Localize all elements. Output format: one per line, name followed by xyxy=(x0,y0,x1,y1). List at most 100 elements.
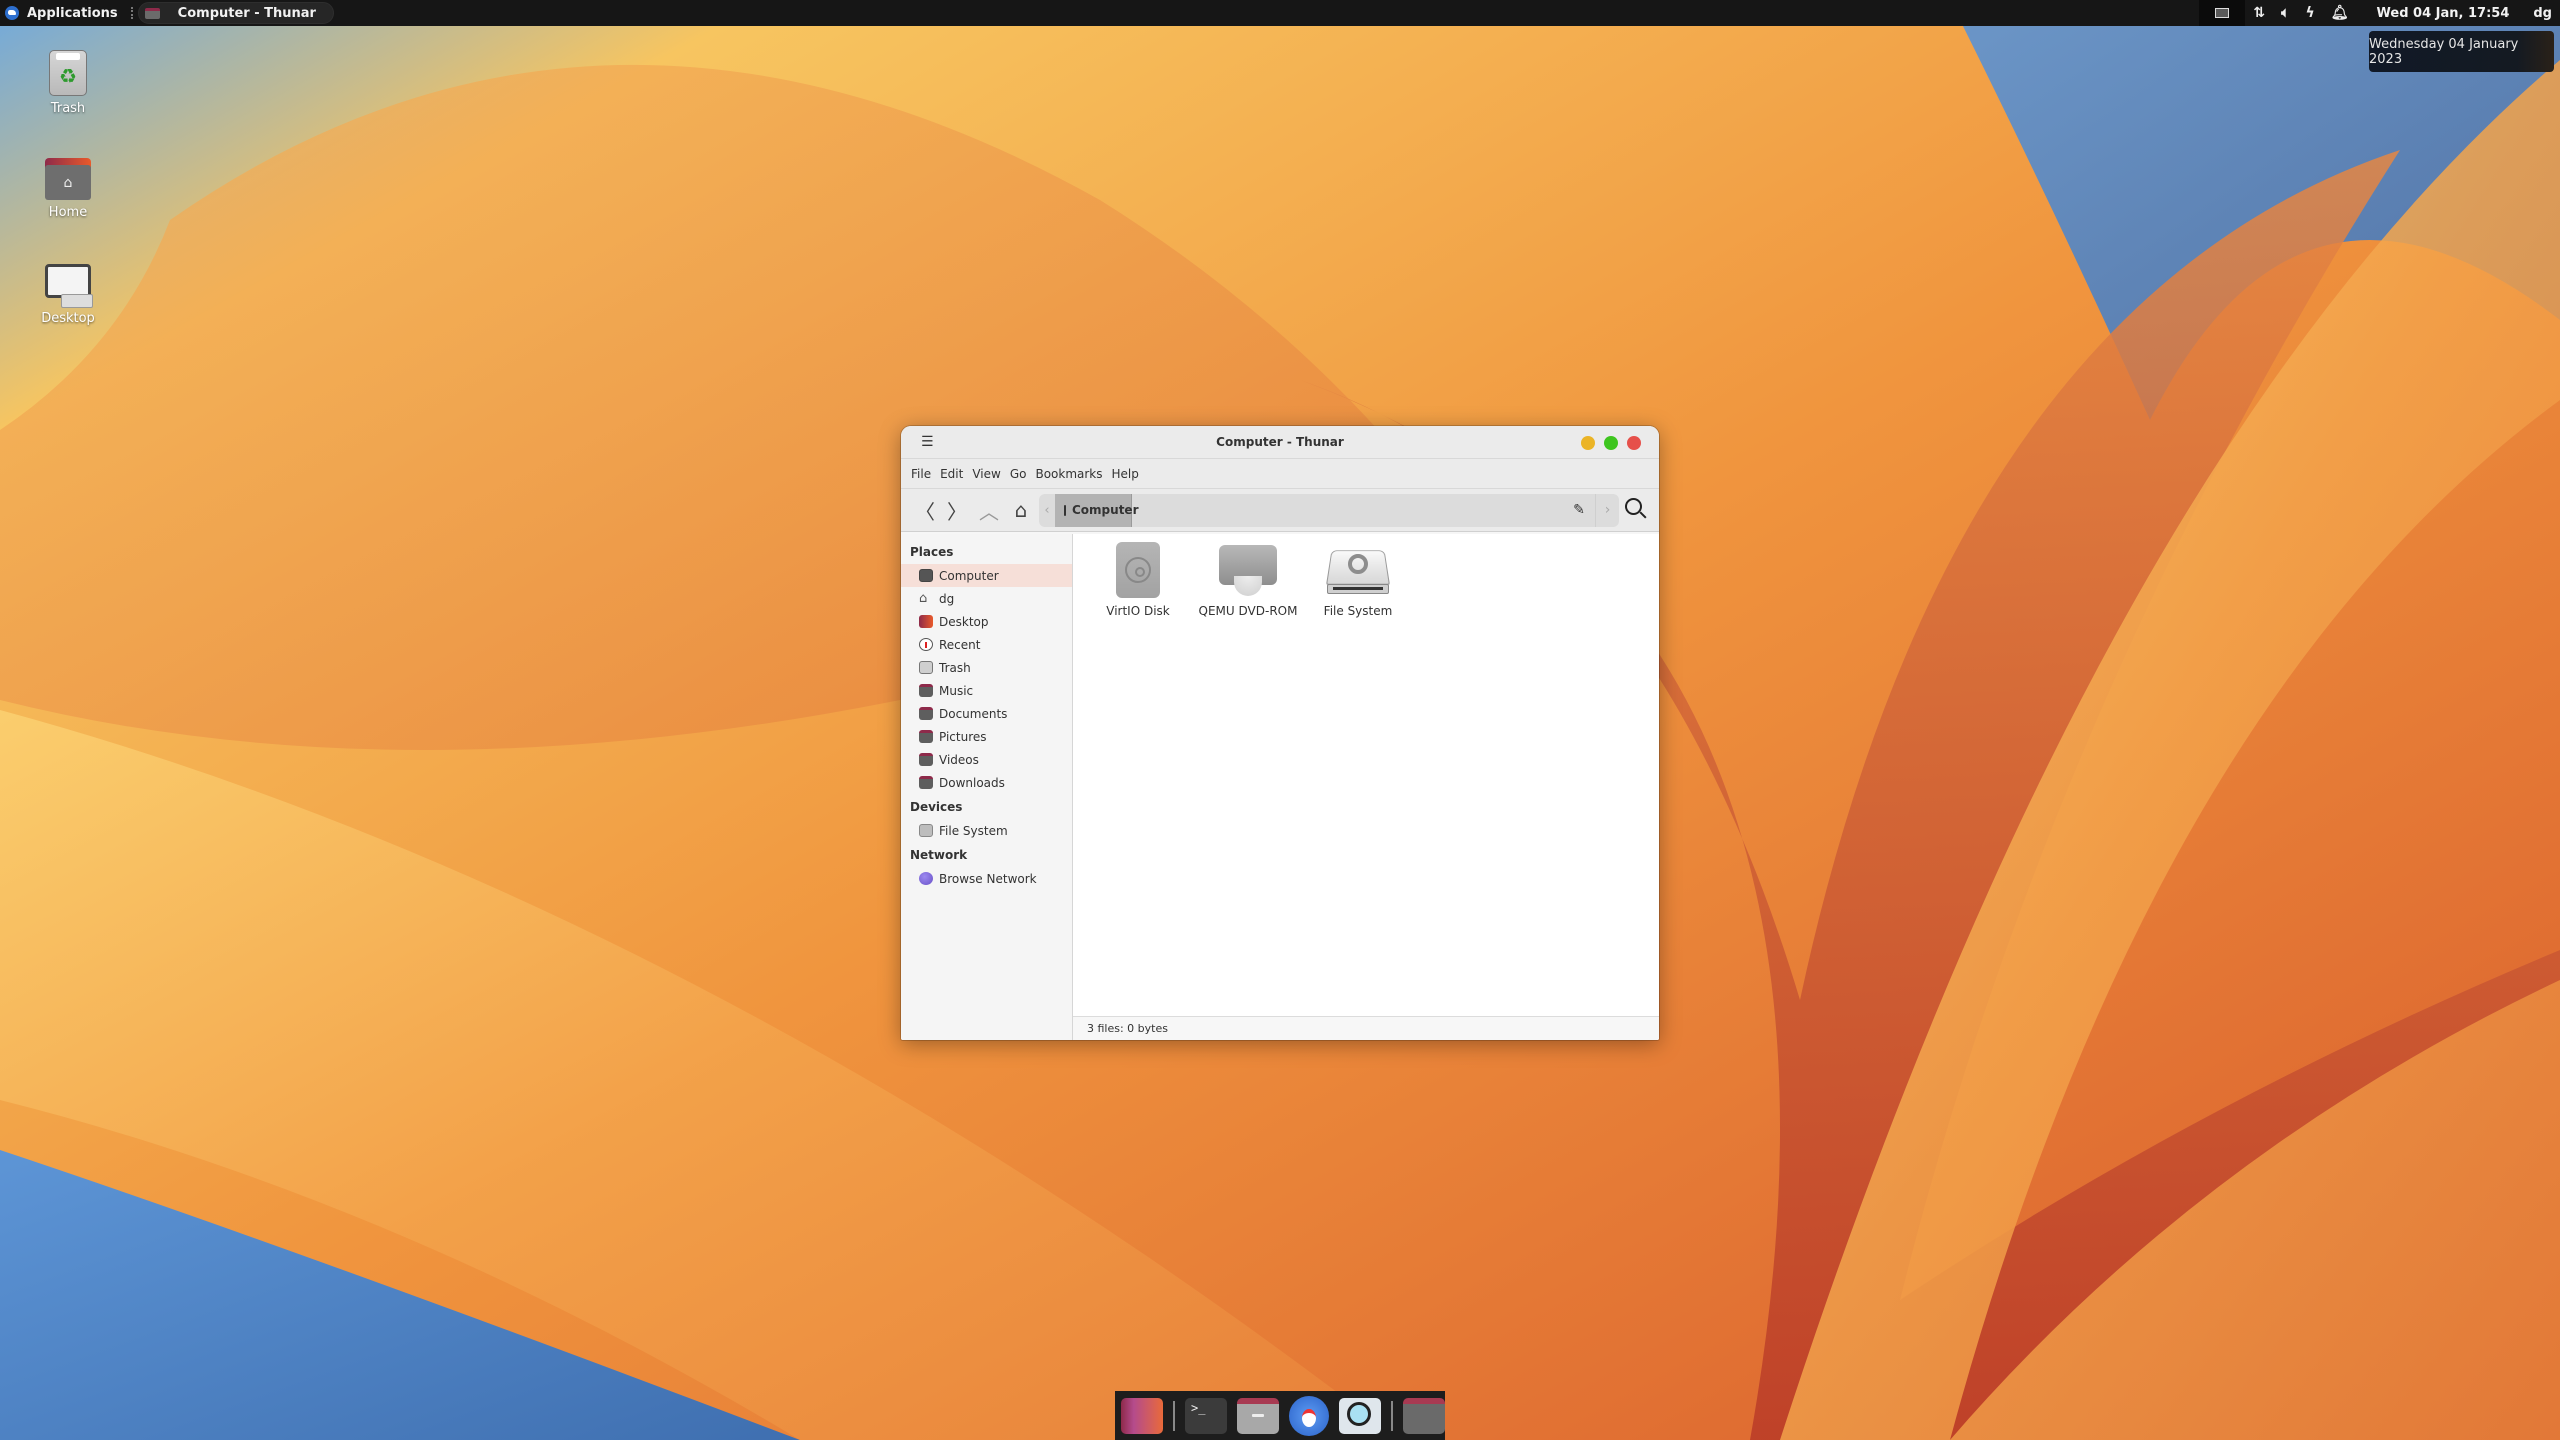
user-menu[interactable]: dg xyxy=(2527,6,2560,21)
sidebar-item-label: Videos xyxy=(939,752,979,767)
computer-icon xyxy=(1064,504,1066,516)
sidebar-item-label: Recent xyxy=(939,637,981,652)
sidebar-item-documents[interactable]: Documents xyxy=(901,702,1072,725)
file-item-virtio-disk[interactable]: VirtIO Disk xyxy=(1083,542,1193,618)
menu-go[interactable]: Go xyxy=(1010,467,1027,481)
power-icon[interactable]: ϟ xyxy=(2297,5,2322,21)
file-item-qemu-dvd-rom[interactable]: QEMU DVD-ROM xyxy=(1193,542,1303,618)
sidebar-item-file-system[interactable]: File System xyxy=(901,819,1072,842)
status-text: 3 files: 0 bytes xyxy=(1087,1022,1168,1035)
menu-bookmarks[interactable]: Bookmarks xyxy=(1035,467,1102,481)
search-button[interactable] xyxy=(1625,498,1649,522)
network-icon[interactable]: ⇅ xyxy=(2245,5,2273,21)
computer-icon xyxy=(919,569,933,582)
sidebar-item-label: dg xyxy=(939,591,955,606)
panel-tray: ⇅ 🔈︎ ϟ 🔔︎ Wed 04 Jan, 17:54 dg xyxy=(2199,0,2560,26)
notification-bell-icon[interactable]: 🔔︎ xyxy=(2323,5,2357,21)
network-globe-icon xyxy=(919,872,933,885)
sidebar-item-downloads[interactable]: Downloads xyxy=(901,771,1072,794)
sidebar-section-places: Places xyxy=(910,545,954,559)
app-finder-icon[interactable] xyxy=(1339,1397,1381,1434)
trash-icon: ♻ xyxy=(49,50,87,96)
applications-label: Applications xyxy=(27,5,118,21)
home-icon: ⌂ xyxy=(919,591,928,606)
path-scroll-left-button[interactable]: ‹ xyxy=(1039,503,1055,518)
sidebar-item-desktop[interactable]: Desktop xyxy=(901,610,1072,633)
workspace-switcher[interactable] xyxy=(2199,0,2246,26)
filesystem-drive-icon xyxy=(1326,542,1390,598)
file-name: VirtIO Disk xyxy=(1106,604,1170,618)
sidebar-item-label: Music xyxy=(939,683,974,698)
home-button[interactable]: ⌂ xyxy=(1005,495,1037,525)
sidebar-item-pictures[interactable]: Pictures xyxy=(901,725,1072,748)
sidebar: Places Computer ⌂ dg Desktop Recent Trash… xyxy=(901,534,1073,1040)
sidebar-item-label: Documents xyxy=(939,706,1008,721)
downloads-folder-icon xyxy=(919,776,933,789)
desktop-icon-label: Desktop xyxy=(41,311,95,326)
menu-edit[interactable]: Edit xyxy=(940,467,963,481)
sidebar-item-videos[interactable]: Videos xyxy=(901,748,1072,771)
window-menu-icon[interactable]: ☰ xyxy=(921,435,934,449)
path-scroll-right-button[interactable]: › xyxy=(1595,493,1619,527)
volume-icon[interactable]: 🔈︎ xyxy=(2273,5,2297,21)
pictures-folder-icon xyxy=(919,730,933,743)
hard-disk-icon xyxy=(1116,542,1160,598)
documents-folder-icon xyxy=(919,707,933,720)
menu-view[interactable]: View xyxy=(972,467,1000,481)
maximize-button[interactable] xyxy=(1604,436,1618,450)
file-name: QEMU DVD-ROM xyxy=(1198,604,1298,618)
file-item-file-system[interactable]: File System xyxy=(1303,542,1413,618)
music-folder-icon xyxy=(919,684,933,697)
desktop-icon-trash[interactable]: ♻ Trash xyxy=(28,50,108,116)
menu-help[interactable]: Help xyxy=(1112,467,1139,481)
optical-drive-icon xyxy=(1219,542,1277,598)
panel-clock[interactable]: Wed 04 Jan, 17:54 xyxy=(2357,6,2528,21)
sidebar-item-label: Computer xyxy=(939,568,999,583)
home-folder-icon: ⌂ xyxy=(45,158,91,200)
desktop-icon-home[interactable]: ⌂ Home xyxy=(28,158,108,220)
file-manager-icon[interactable] xyxy=(1237,1397,1279,1434)
window-title: Computer - Thunar xyxy=(1216,435,1344,449)
terminal-icon[interactable]: >_ xyxy=(1185,1397,1227,1434)
applications-menu-button[interactable]: Applications xyxy=(0,0,126,26)
minimize-button[interactable] xyxy=(1581,436,1595,450)
close-button[interactable] xyxy=(1627,436,1641,450)
sidebar-item-label: Browse Network xyxy=(939,871,1037,886)
workspace-switcher-icon xyxy=(2215,8,2230,18)
sidebar-item-label: Trash xyxy=(939,660,971,675)
home-folder-icon[interactable] xyxy=(1403,1397,1445,1434)
sidebar-section-devices: Devices xyxy=(910,800,963,814)
forward-button[interactable]: 〉 xyxy=(941,495,973,525)
sidebar-section-network: Network xyxy=(910,848,968,862)
thunar-window: ☰ Computer - Thunar File Edit View Go Bo… xyxy=(901,426,1659,1040)
up-button[interactable]: ︿ xyxy=(973,495,1005,525)
sidebar-item-computer[interactable]: Computer xyxy=(901,564,1072,587)
sidebar-item-trash[interactable]: Trash xyxy=(901,656,1072,679)
folder-icon xyxy=(144,7,160,19)
sidebar-item-label: File System xyxy=(939,823,1008,838)
dock: >_ xyxy=(1115,1391,1445,1440)
menubar: File Edit View Go Bookmarks Help xyxy=(901,459,1659,489)
web-browser-icon[interactable] xyxy=(1289,1395,1329,1436)
sidebar-item-dg[interactable]: ⌂ dg xyxy=(901,587,1072,610)
desktop-app-icon[interactable] xyxy=(1121,1397,1163,1434)
top-panel: Applications Computer - Thunar ⇅ 🔈︎ ϟ 🔔︎… xyxy=(0,0,2560,26)
xfce-logo-icon xyxy=(5,6,19,20)
location-toolbar: 〈 〉 ︿ ⌂ ‹ Computer ✎ › xyxy=(901,489,1659,532)
sidebar-item-music[interactable]: Music xyxy=(901,679,1072,702)
taskbar-button-label: Computer - Thunar xyxy=(177,5,316,21)
sidebar-item-browse-network[interactable]: Browse Network xyxy=(901,867,1072,890)
date-tooltip: Wednesday 04 January 2023 xyxy=(2369,31,2554,72)
taskbar-button-thunar[interactable]: Computer - Thunar xyxy=(137,2,334,24)
back-button[interactable]: 〈 xyxy=(909,495,941,525)
breadcrumb-computer[interactable]: Computer xyxy=(1055,493,1138,527)
desktop-icon-desktop[interactable]: Desktop xyxy=(28,264,108,326)
edit-location-button[interactable]: ✎ xyxy=(1563,502,1595,518)
menu-file[interactable]: File xyxy=(911,467,931,481)
path-bar: ‹ Computer ✎ › xyxy=(1039,493,1619,527)
videos-folder-icon xyxy=(919,753,933,766)
sidebar-item-recent[interactable]: Recent xyxy=(901,633,1072,656)
window-titlebar[interactable]: ☰ Computer - Thunar xyxy=(901,426,1659,459)
file-view[interactable]: VirtIO Disk QEMU DVD-ROM File System 3 f… xyxy=(1073,534,1659,1040)
dock-separator xyxy=(1391,1400,1393,1431)
